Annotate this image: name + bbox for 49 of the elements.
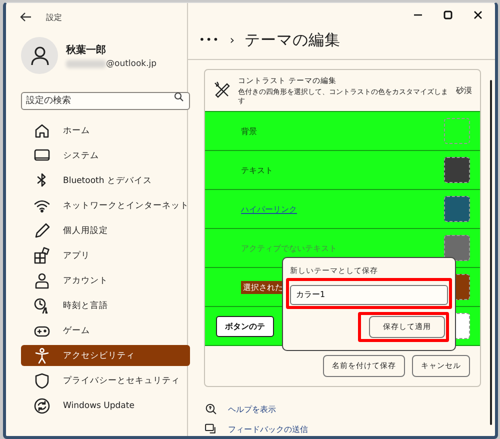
nav-item[interactable]: 時刻と言語 xyxy=(21,295,190,316)
home-icon xyxy=(33,122,51,140)
inactive-text-sample: アクティブでないテキスト xyxy=(241,242,337,254)
help-icon xyxy=(204,402,218,416)
feedback-icon xyxy=(204,422,218,436)
nav-item[interactable]: プライバシーとセキュリティ xyxy=(21,370,190,391)
row-label: テキスト xyxy=(241,164,273,176)
color-swatch[interactable] xyxy=(444,157,470,183)
maximize-icon[interactable] xyxy=(443,10,453,22)
row-label: 背景 xyxy=(241,126,257,136)
apps-icon xyxy=(33,246,51,264)
chevron-icon: › xyxy=(230,33,235,48)
shield-icon xyxy=(33,372,51,390)
nav-item[interactable]: ネットワークとインターネット xyxy=(21,195,190,216)
figure-icon xyxy=(33,346,51,364)
blurred-text xyxy=(66,60,106,68)
nav-item[interactable]: 個人用設定 xyxy=(21,220,190,241)
nav-item[interactable]: アクセシビリティ xyxy=(21,345,190,366)
theme-name: 砂漠 xyxy=(456,85,472,96)
search-icon xyxy=(174,92,184,102)
window-title: 設定 xyxy=(46,12,62,22)
account-email: @outlook.jp xyxy=(106,58,157,68)
nav-item[interactable]: ホーム xyxy=(21,120,190,141)
account-name: 秋葉一郎 xyxy=(66,43,107,56)
name-field[interactable]: カラー1 xyxy=(290,284,448,304)
selected-text-sample: 選択された xyxy=(241,280,285,294)
more-button[interactable]: ••• xyxy=(199,34,220,46)
nav-item[interactable]: Bluetooth とデバイス xyxy=(21,170,190,191)
pen-icon xyxy=(33,222,51,240)
scrollbar[interactable] xyxy=(490,80,492,425)
button-text-sample[interactable]: ボタンのテ xyxy=(216,316,274,336)
avatar-icon xyxy=(21,37,58,74)
close-icon[interactable] xyxy=(473,10,483,22)
sync-icon xyxy=(33,396,51,414)
nav-item[interactable]: Windows Update xyxy=(21,395,190,416)
nav-item[interactable]: アプリ xyxy=(21,245,190,266)
nav-item[interactable]: アカウント xyxy=(21,270,190,291)
page-title: テーマの編集 xyxy=(244,30,341,51)
nav-item[interactable]: システム xyxy=(21,145,190,166)
color-swatch[interactable] xyxy=(444,118,470,144)
person-icon xyxy=(33,272,51,290)
hyperlink-sample[interactable]: ハイパーリンク xyxy=(241,204,297,214)
feedback-link[interactable]: フィードバックの送信 xyxy=(228,424,308,434)
search-field[interactable]: 設定の検索 xyxy=(21,92,190,110)
color-swatch[interactable] xyxy=(444,235,470,261)
nav-item[interactable]: ゲーム xyxy=(21,320,190,341)
help-link[interactable]: ヘルプを表示 xyxy=(228,404,276,414)
color-swatch[interactable] xyxy=(444,196,470,222)
back-arrow-icon[interactable] xyxy=(20,12,32,22)
